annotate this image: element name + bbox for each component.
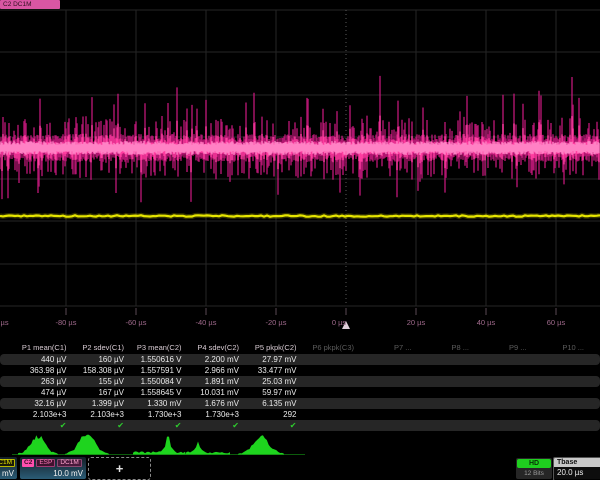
measure-header-8[interactable]: P8 ... [412,341,469,352]
measure-stat-row: 263 µV155 µV1.550084 V1.891 mV25.03 mV [0,376,600,387]
measure-value-cell: 6.135 mV [240,398,297,409]
measure-header-3[interactable]: P3 mean(C2) [125,341,182,352]
graticule-and-traces [0,0,600,336]
c2-descriptor-box[interactable]: C2 ESP DC1M 10.0 mV [20,457,86,479]
measure-value-cell: 1.399 µV [67,398,124,409]
measure-value-cell: 25.03 mV [240,376,297,387]
measure-value-cell: 2.103e+3 [67,409,124,420]
measure-value-cell: 155 µV [67,376,124,387]
histicon-p3[interactable] [133,437,186,455]
measure-value-cell: 32.16 µV [10,398,67,409]
measure-header-row: P1 mean(C1)P2 sdev(C1)P3 mean(C2)P4 sdev… [0,341,600,354]
measure-header-9[interactable]: P9 ... [470,341,527,352]
measure-header-6[interactable]: P6 pkpk(C3) [297,341,354,352]
measure-value-cell: 59.97 mV [240,387,297,398]
time-axis-label: -100 µs [0,318,9,327]
time-axis-label: 40 µs [477,318,496,327]
trace-annotation-badge[interactable]: C2 DC1M [0,0,60,9]
measure-header-11[interactable]: P11 [585,341,600,352]
measure-stat-row: 474 µV167 µV1.558645 V10.031 mV59.97 mV [0,387,600,398]
measure-status-check-icon: ✔ [240,420,297,431]
time-axis-label: 20 µs [407,318,426,327]
measure-value-cell: 158.308 µV [67,365,124,376]
measure-value-cell: 27.97 mV [240,354,297,365]
measure-value-cell: 1.330 mV [125,398,182,409]
measure-value-cell: 1.676 mV [182,398,239,409]
measure-value-cell: 474 µV [10,387,67,398]
measure-header-10[interactable]: P10 ... [527,341,584,352]
c2-scale-value: 10.0 mV [20,468,86,479]
measure-value-cell: 440 µV [10,354,67,365]
measure-value-cell: 10.031 mV [182,387,239,398]
c1-coupling-badge: DC1M [0,459,15,467]
measure-status-check-icon: ✔ [125,420,182,431]
measure-value-cell: 1.550616 V [125,354,182,365]
measure-value-cell: 263 µV [10,376,67,387]
measure-value-cell: 160 µV [67,354,124,365]
add-trace-button[interactable]: + [88,457,151,480]
c2-coupling-badge: DC1M [57,459,81,467]
measure-stat-row: 2.103e+32.103e+31.730e+31.730e+3292 [0,409,600,420]
measure-value-cell: 1.557591 V [125,365,182,376]
timebase-value: 20.0 µs [554,467,600,479]
measure-value-cell: 167 µV [67,387,124,398]
measure-value-cell: 363.98 µV [10,365,67,376]
measure-stat-row: 363.98 µV158.308 µV1.557591 V2.966 mV33.… [0,365,600,376]
descriptor-bar: DC1M 10.0 mV C2 ESP DC1M 10.0 mV + HD 12… [0,457,600,480]
histicon-p2[interactable] [65,435,109,455]
time-axis-label: 0 µs [332,318,346,327]
measure-status-check-icon: ✔ [10,420,67,431]
c1-scale-value: 10.0 mV [0,468,17,479]
measure-value-cell: 1.730e+3 [125,409,182,420]
histicon-p1[interactable] [18,435,58,454]
measure-header-2[interactable]: P2 sdev(C1) [67,341,124,352]
measure-value-cell: 1.558645 V [125,387,182,398]
histicon-p5[interactable] [238,435,284,454]
measurement-table: P1 mean(C1)P2 sdev(C1)P3 mean(C2)P4 sdev… [0,341,600,431]
resolution-bits-label: 12 Bits [517,468,551,478]
measure-status-check-icon: ✔ [67,420,124,431]
measure-stat-row: 440 µV160 µV1.550616 V2.200 mV27.97 mV [0,354,600,365]
measure-value-cell: 1.550084 V [125,376,182,387]
measurement-histicons [0,432,600,457]
measure-header-5[interactable]: P5 pkpk(C2) [240,341,297,352]
measure-stat-row: 32.16 µV1.399 µV1.330 mV1.676 mV6.135 mV [0,398,600,409]
measure-header-1[interactable]: P1 mean(C1) [10,341,67,352]
c1-descriptor-box[interactable]: DC1M 10.0 mV [0,457,17,479]
measure-value-cell: 33.477 mV [240,365,297,376]
c2-esp-badge: ESP [36,459,55,467]
acquisition-mode-chip[interactable]: HD 12 Bits [516,458,552,479]
c1-flat-trace[interactable] [0,215,600,216]
measure-value-cell: 2.966 mV [182,365,239,376]
time-axis-label: -80 µs [56,318,77,327]
measure-value-cell: 2.103e+3 [10,409,67,420]
time-axis-label: -60 µs [126,318,147,327]
timebase-descriptor-box[interactable]: Tbase 20.0 µs [553,457,600,480]
measure-value-cell: 1.891 mV [182,376,239,387]
measure-status-check-icon: ✔ [182,420,239,431]
measure-value-cell: 1.730e+3 [182,409,239,420]
c2-channel-badge: C2 [22,459,34,467]
timebase-title: Tbase [554,458,600,467]
measure-header-4[interactable]: P4 sdev(C2) [182,341,239,352]
time-axis-label: -40 µs [196,318,217,327]
time-axis-label: -20 µs [266,318,287,327]
measure-value-cell: 292 [240,409,297,420]
hd-mode-badge: HD [517,459,551,468]
histicon-p4[interactable] [186,442,230,455]
time-axis-label: 60 µs [547,318,566,327]
measure-status-row: ✔✔✔✔✔ [0,420,600,431]
measure-value-cell: 2.200 mV [182,354,239,365]
time-axis-ticks [66,308,556,315]
oscilloscope-screen: C2 DC1M -100 µs -80 µs -60 µs -40 µs -20 µs 0… [0,0,600,480]
measure-header-7[interactable]: P7 ... [355,341,412,352]
